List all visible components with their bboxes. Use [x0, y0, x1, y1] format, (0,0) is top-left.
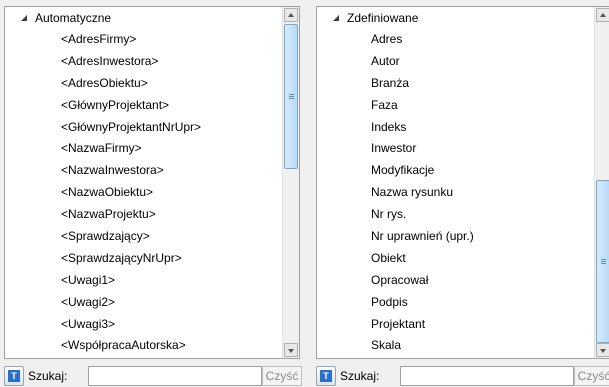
list-item[interactable]: Obiekt — [317, 248, 593, 270]
filter-icon: T — [8, 370, 20, 382]
grip-icon — [601, 258, 606, 265]
vertical-scrollbar[interactable] — [594, 7, 609, 358]
scroll-up-button[interactable] — [284, 8, 298, 22]
scroll-up-arrow-icon — [600, 13, 606, 17]
list-item[interactable]: Branża — [317, 73, 593, 95]
grip-icon — [289, 93, 294, 100]
list-item[interactable]: Adres — [317, 29, 593, 51]
scroll-down-button[interactable] — [284, 343, 298, 357]
list-item[interactable]: <AdresInwestora> — [5, 51, 281, 73]
scroll-down-button[interactable] — [596, 343, 609, 357]
tree-panel-automatic[interactable]: Automatyczne <AdresFirmy> <AdresInwestor… — [4, 6, 300, 359]
list-item[interactable]: Faza — [317, 95, 593, 117]
tree-item-list: Adres Autor Branża Faza Indeks Inwestor … — [317, 29, 593, 357]
search-bar-left: T Szukaj: Czyść — [4, 365, 304, 387]
list-item[interactable]: <GłównyProjektantNrUpr> — [5, 117, 281, 139]
filter-button[interactable]: T — [4, 366, 24, 386]
scroll-down-arrow-icon — [288, 349, 294, 353]
list-item[interactable]: Podpis — [317, 292, 593, 314]
list-item[interactable]: Nr uprawnień (upr.) — [317, 226, 593, 248]
list-item[interactable]: Projektant — [317, 314, 593, 336]
triangle-expanded-icon[interactable] — [333, 15, 339, 21]
tree-root-label: Zdefiniowane — [347, 11, 419, 25]
list-item[interactable]: <WspółpracaAutorska> — [5, 335, 281, 357]
list-item[interactable]: <NazwaFirmy> — [5, 138, 281, 160]
vertical-scrollbar[interactable] — [282, 7, 299, 358]
list-item[interactable]: Nazwa rysunku — [317, 182, 593, 204]
list-item[interactable]: Nr rys. — [317, 204, 593, 226]
scroll-down-arrow-icon — [600, 349, 606, 353]
filter-icon: T — [320, 370, 332, 382]
list-item[interactable]: <Uwagi1> — [5, 270, 281, 292]
list-item[interactable]: Modyfikacje — [317, 160, 593, 182]
scroll-thumb[interactable] — [284, 24, 298, 169]
search-label: Szukaj: — [28, 369, 68, 383]
clear-button[interactable]: Czyść — [574, 366, 609, 386]
search-input[interactable] — [400, 366, 574, 386]
list-item[interactable]: Indeks — [317, 117, 593, 139]
list-item[interactable]: Autor — [317, 51, 593, 73]
list-item[interactable]: Opracował — [317, 270, 593, 292]
scroll-up-button[interactable] — [596, 8, 609, 22]
list-item[interactable]: Skala — [317, 335, 593, 357]
filter-button[interactable]: T — [316, 366, 336, 386]
list-item[interactable]: Inwestor — [317, 138, 593, 160]
list-item[interactable]: <SprawdzającyNrUpr> — [5, 248, 281, 270]
list-item[interactable]: <Uwagi3> — [5, 314, 281, 336]
list-item[interactable]: <AdresFirmy> — [5, 29, 281, 51]
tree-item-list: <AdresFirmy> <AdresInwestora> <AdresObie… — [5, 29, 281, 357]
list-item[interactable]: <NazwaObiektu> — [5, 182, 281, 204]
list-item[interactable]: <Uwagi2> — [5, 292, 281, 314]
list-item[interactable]: <Sprawdzający> — [5, 226, 281, 248]
list-item[interactable]: <NazwaInwestora> — [5, 160, 281, 182]
search-input[interactable] — [88, 366, 262, 386]
list-item[interactable]: <NazwaProjektu> — [5, 204, 281, 226]
scroll-thumb[interactable] — [596, 180, 609, 343]
clear-button[interactable]: Czyść — [262, 366, 302, 386]
search-label: Szukaj: — [340, 369, 380, 383]
list-item[interactable]: <AdresObiektu> — [5, 73, 281, 95]
scroll-up-arrow-icon — [288, 13, 294, 17]
search-bar-right: T Szukaj: Czyść — [316, 365, 609, 387]
triangle-expanded-icon[interactable] — [21, 15, 27, 21]
tree-root-label: Automatyczne — [35, 11, 112, 25]
tree-panel-defined[interactable]: Zdefiniowane Adres Autor Branża Faza Ind… — [316, 6, 609, 359]
list-item[interactable]: <GłównyProjektant> — [5, 95, 281, 117]
